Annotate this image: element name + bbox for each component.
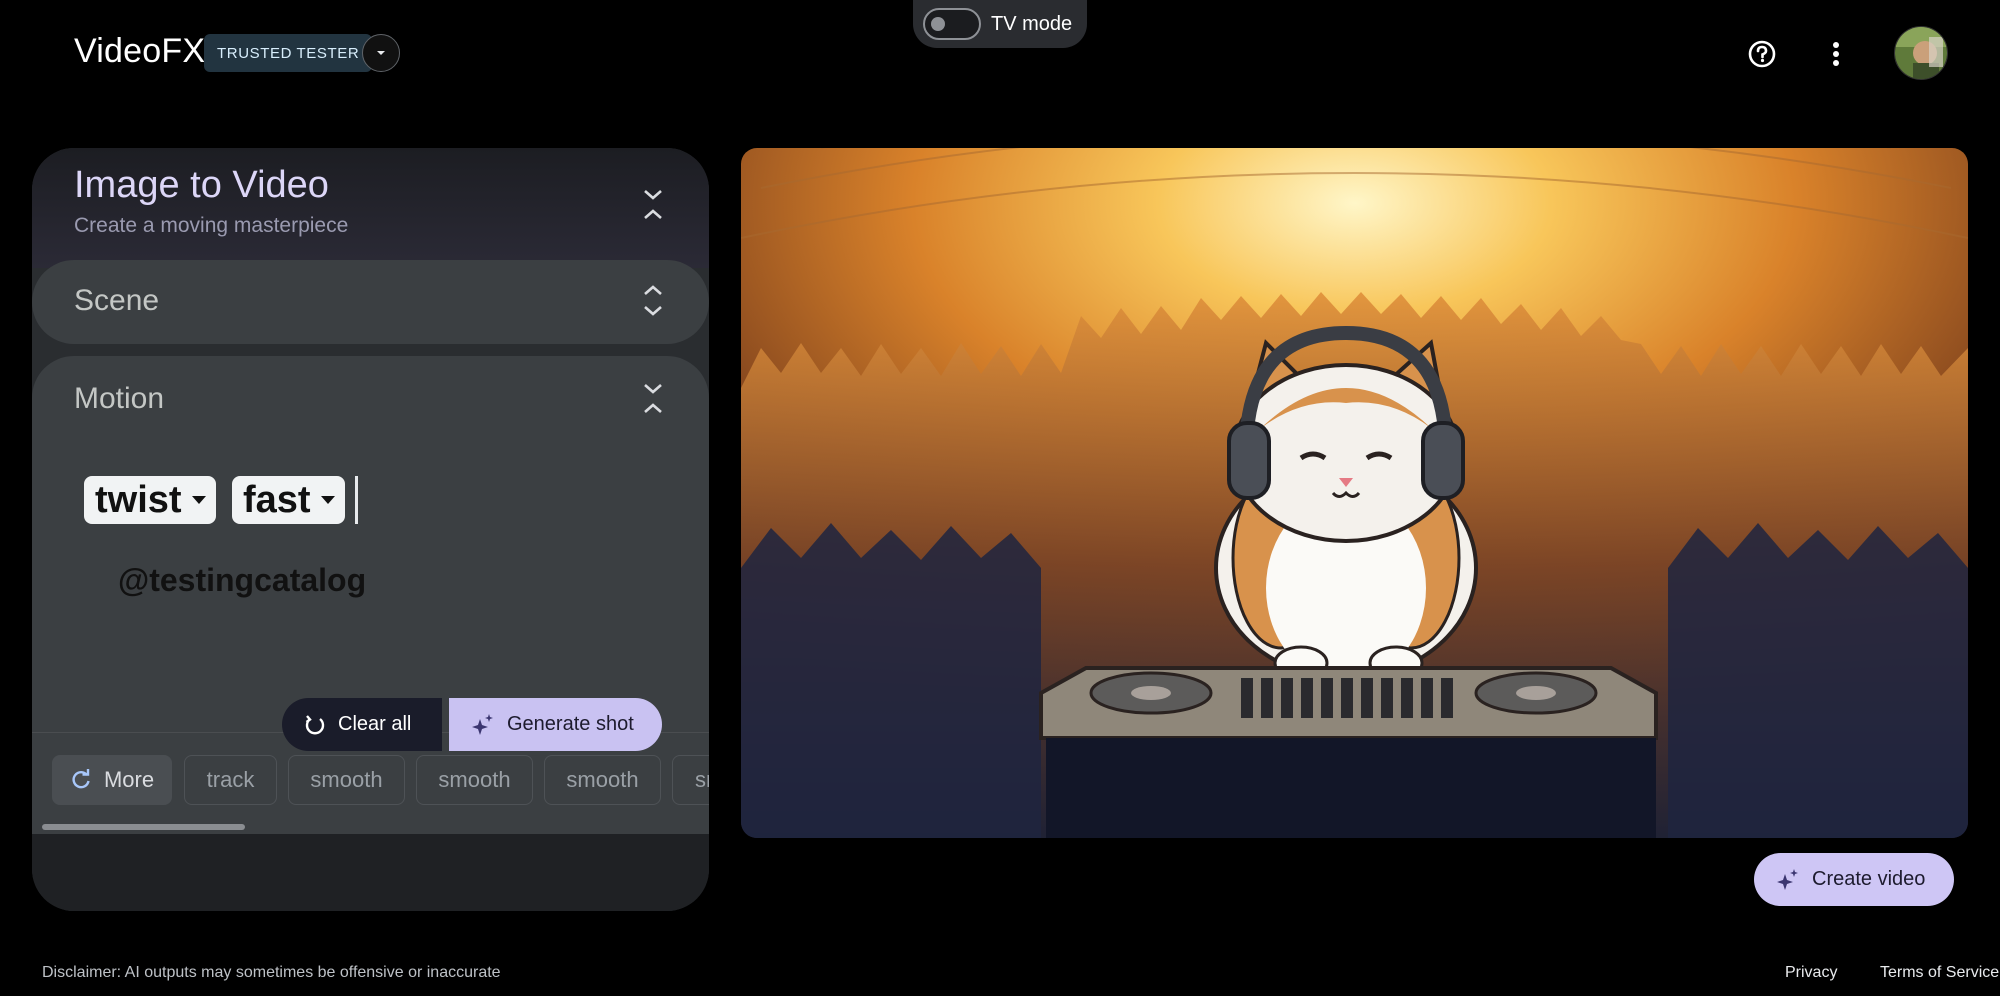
reset-icon: [305, 714, 325, 734]
clear-all-label: Clear all: [338, 713, 412, 735]
sparkle-icon: [472, 713, 493, 735]
disclaimer-text: Disclaimer: AI outputs may sometimes be …: [42, 964, 501, 981]
clear-all-button[interactable]: Clear all: [282, 698, 442, 751]
generate-shot-button[interactable]: Generate shot: [449, 698, 662, 751]
image-to-video-panel: Image to Video Create a moving masterpie…: [32, 148, 709, 911]
create-video-button[interactable]: Create video: [1754, 853, 1954, 906]
app-logo[interactable]: VideoFX: [74, 32, 205, 71]
sparkle-icon: [1777, 868, 1798, 890]
chevron-down-icon: [320, 496, 335, 504]
tv-mode-label: TV mode: [991, 12, 1073, 35]
tv-mode-toggle[interactable]: TV mode: [913, 0, 1087, 48]
chip-label: twist: [95, 478, 182, 521]
chevron-down-icon: [377, 51, 385, 55]
suggestion-chip[interactable]: smooth: [416, 755, 533, 805]
panel-header[interactable]: Image to Video Create a moving masterpie…: [32, 148, 709, 268]
user-avatar[interactable]: [1894, 26, 1948, 80]
watermark-text: @testingcatalog: [118, 562, 367, 598]
refresh-icon: [72, 769, 90, 789]
more-suggestions-button[interactable]: More: [52, 755, 172, 805]
generate-shot-label: Generate shot: [507, 713, 634, 735]
more-label: More: [103, 767, 155, 792]
suggestion-chip[interactable]: smooth: [544, 755, 661, 805]
prompt-chip-twist[interactable]: twist: [84, 476, 216, 524]
collapse-icon[interactable]: [638, 380, 668, 420]
scene-section[interactable]: Scene: [32, 260, 709, 344]
trusted-tester-badge: TRUSTED TESTER: [204, 34, 373, 72]
panel-subtitle: Create a moving masterpiece: [74, 214, 349, 237]
panel-title: Image to Video: [74, 164, 329, 206]
help-icon: [1748, 40, 1776, 68]
suggestion-chip[interactable]: sm: [672, 755, 709, 805]
more-options-button[interactable]: [1818, 36, 1854, 72]
tv-mode-switch[interactable]: [923, 8, 981, 40]
dj-cat-image: [741, 148, 1968, 838]
expand-icon[interactable]: [638, 282, 668, 322]
scene-label: Scene: [74, 284, 160, 317]
horizontal-scrollbar[interactable]: [42, 824, 245, 830]
suggestion-chip[interactable]: track: [184, 755, 277, 805]
preview-image: [741, 148, 1968, 838]
chevron-down-icon: [191, 496, 206, 504]
chip-label: fast: [243, 478, 311, 521]
terms-link[interactable]: Terms of Service: [1880, 964, 1999, 982]
create-video-label: Create video: [1812, 868, 1926, 890]
prompt-chip-fast[interactable]: fast: [232, 476, 345, 524]
text-cursor[interactable]: [355, 476, 358, 524]
privacy-link[interactable]: Privacy: [1785, 964, 1837, 982]
help-button[interactable]: [1744, 36, 1780, 72]
collapse-icon[interactable]: [638, 186, 668, 226]
more-vert-icon: [1833, 42, 1839, 66]
panel-footer: [32, 834, 709, 911]
suggestion-chip[interactable]: smooth: [288, 755, 405, 805]
badge-dropdown-button[interactable]: [362, 34, 400, 72]
motion-label: Motion: [74, 382, 165, 415]
